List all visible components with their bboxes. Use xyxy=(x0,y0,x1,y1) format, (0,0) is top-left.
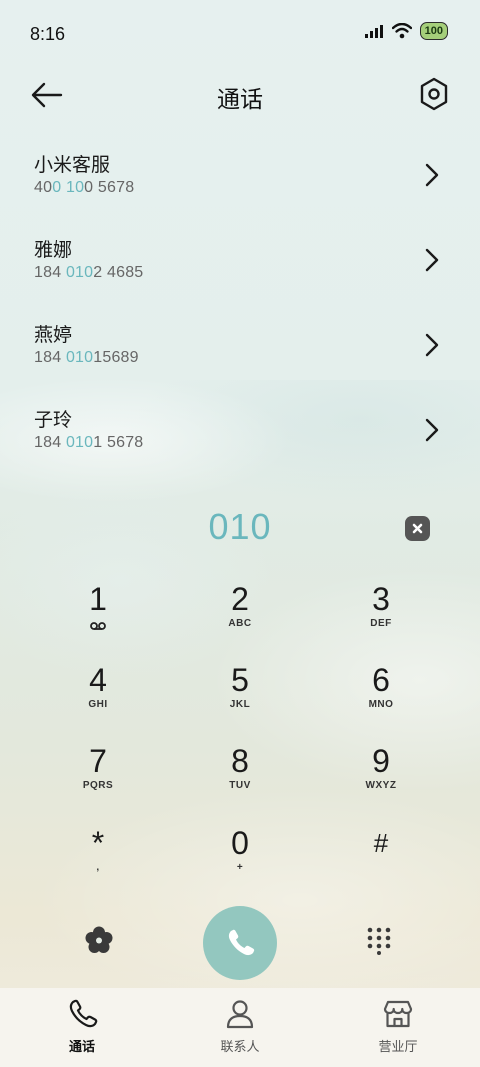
key-digit: 0 xyxy=(231,825,249,861)
key-digit: 4 xyxy=(89,662,107,698)
nav-label-calls: 通话 xyxy=(68,1039,95,1054)
contact-name: 子玲 xyxy=(34,410,73,431)
delete-button[interactable] xyxy=(405,516,430,541)
number-part: 40 xyxy=(34,179,53,196)
call-button[interactable] xyxy=(203,906,277,980)
voicemail-icon xyxy=(90,622,106,630)
contact-row[interactable]: 小米客服 400 100 5678 xyxy=(0,132,480,217)
chevron-right-icon[interactable] xyxy=(424,332,440,358)
key-letters: , xyxy=(96,862,100,873)
number-match: 010 xyxy=(65,349,94,366)
number-part: 184 xyxy=(34,434,66,451)
key-digit: * xyxy=(91,825,105,861)
key-letters: MNO xyxy=(368,699,394,710)
number-match: 0 xyxy=(52,179,62,196)
nav-tab-store[interactable]: 营业厅 xyxy=(338,998,458,1058)
status-time: 8:16 xyxy=(30,24,66,44)
contact-name: 雅娜 xyxy=(34,240,73,261)
number-part: 184 xyxy=(34,349,66,366)
key-letters: TUV xyxy=(229,780,251,791)
key-letters: + xyxy=(236,862,244,873)
flower-icon xyxy=(85,926,113,953)
key-3[interactable]: 3 DEF xyxy=(316,580,446,654)
page-title: 通话 xyxy=(217,86,263,112)
chevron-right-icon[interactable] xyxy=(424,417,440,443)
number-part: 0 5678 xyxy=(84,179,135,196)
close-icon xyxy=(412,523,423,534)
contact-number: 184 0102 4685 xyxy=(34,264,143,282)
contact-number: 184 01015689 xyxy=(34,349,139,367)
key-digit: # xyxy=(373,828,389,858)
contact-name: 小米客服 xyxy=(34,155,111,176)
key-6[interactable]: 6 MNO xyxy=(316,661,446,735)
phone-icon xyxy=(69,999,98,1028)
signal-icon xyxy=(364,25,383,38)
key-1[interactable]: 1 xyxy=(33,580,163,654)
key-letters: JKL xyxy=(229,699,251,710)
bottom-nav: 通话 联系人 营业厅 xyxy=(0,988,480,1067)
key-0[interactable]: 0 + xyxy=(175,824,305,898)
number-part: 15689 xyxy=(93,349,139,366)
key-letters: PQRS xyxy=(82,780,114,791)
key-digit: 8 xyxy=(231,743,249,779)
number-part: 1 5678 xyxy=(93,434,144,451)
contact-row[interactable]: 燕婷 184 01015689 xyxy=(0,302,480,387)
nav-label-store: 营业厅 xyxy=(378,1039,418,1054)
key-hash[interactable]: # xyxy=(316,824,446,898)
status-bar: 8:16 100 xyxy=(0,0,480,66)
number-match: 10 xyxy=(65,179,85,196)
dialer-actions xyxy=(0,905,480,981)
contact-row[interactable]: 子玲 184 0101 5678 xyxy=(0,387,480,472)
store-icon xyxy=(383,1000,413,1028)
contact-number: 184 0101 5678 xyxy=(34,434,143,452)
number-part: 184 xyxy=(34,264,66,281)
wifi-icon xyxy=(391,23,412,39)
phone-icon xyxy=(228,929,255,956)
contact-number: 400 100 5678 xyxy=(34,179,134,197)
key-letters: DEF xyxy=(370,618,392,629)
person-icon xyxy=(226,1000,254,1029)
key-8[interactable]: 8 TUV xyxy=(175,742,305,816)
key-digit: 6 xyxy=(372,662,390,698)
nav-label-contacts: 联系人 xyxy=(220,1039,260,1054)
nav-tab-calls[interactable]: 通话 xyxy=(22,998,142,1058)
settings-button[interactable] xyxy=(418,76,450,112)
key-letters: WXYZ xyxy=(365,780,397,791)
key-digit: 3 xyxy=(372,581,390,617)
key-digit: 1 xyxy=(89,581,107,617)
key-digit: 9 xyxy=(372,743,390,779)
status-icons: 100 xyxy=(364,22,448,40)
key-letters: ABC xyxy=(228,618,252,629)
battery-indicator: 100 xyxy=(419,22,448,40)
contact-row[interactable]: 雅娜 184 0102 4685 xyxy=(0,217,480,302)
matched-contacts-list: 小米客服 400 100 5678 雅娜 184 0102 4685 燕婷 18… xyxy=(0,132,480,472)
dialpad-toggle-button[interactable] xyxy=(364,925,394,955)
key-2[interactable]: 2 ABC xyxy=(175,580,305,654)
chevron-right-icon[interactable] xyxy=(424,162,440,188)
key-star[interactable]: * , xyxy=(33,824,163,898)
key-letters: GHI xyxy=(88,699,108,710)
key-digit: 5 xyxy=(231,662,249,698)
key-5[interactable]: 5 JKL xyxy=(175,661,305,735)
key-digit: 2 xyxy=(231,581,249,617)
chevron-right-icon[interactable] xyxy=(424,247,440,273)
header: 通话 xyxy=(0,70,480,120)
settings-hexagon-icon xyxy=(420,77,448,111)
number-part: 2 4685 xyxy=(93,264,144,281)
key-7[interactable]: 7 PQRS xyxy=(33,742,163,816)
dial-display: 010 xyxy=(0,500,480,556)
key-digit: 7 xyxy=(89,743,107,779)
key-9[interactable]: 9 WXYZ xyxy=(316,742,446,816)
dialpad-grid-icon xyxy=(367,927,391,955)
theme-button[interactable] xyxy=(84,925,114,955)
nav-tab-contacts[interactable]: 联系人 xyxy=(180,998,300,1058)
number-match: 010 xyxy=(65,434,94,451)
number-match: 010 xyxy=(65,264,94,281)
key-4[interactable]: 4 GHI xyxy=(33,661,163,735)
contact-name: 燕婷 xyxy=(34,325,73,346)
